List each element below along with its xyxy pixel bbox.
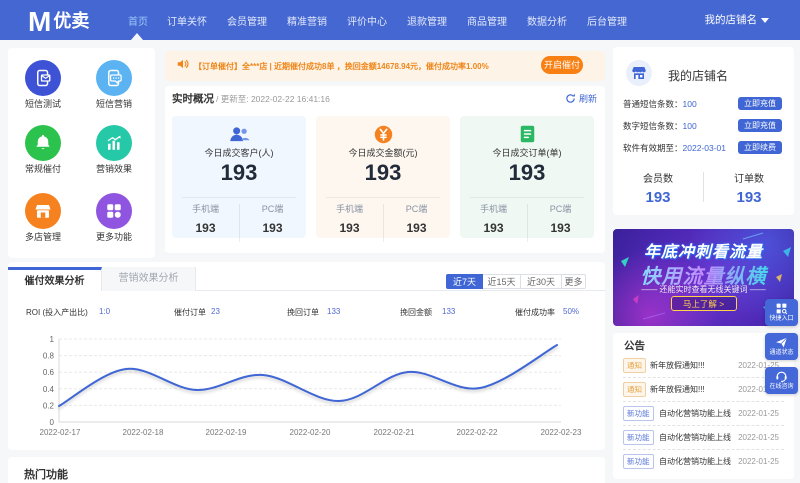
svg-text:2022-02-18: 2022-02-18 [123,428,164,437]
svg-text:0.8: 0.8 [43,352,55,361]
svg-text:1: 1 [50,335,55,344]
svg-text:2022-02-21: 2022-02-21 [374,428,415,437]
svg-text:2022-02-20: 2022-02-20 [290,428,331,437]
svg-text:0.6: 0.6 [43,368,55,377]
svg-text:2022-02-19: 2022-02-19 [206,428,247,437]
svg-text:0: 0 [50,418,55,427]
svg-text:2022-02-23: 2022-02-23 [541,428,582,437]
svg-text:0.2: 0.2 [43,401,55,410]
svg-text:0.4: 0.4 [43,385,55,394]
svg-text:2022-02-17: 2022-02-17 [40,428,81,437]
svg-text:2022-02-22: 2022-02-22 [457,428,498,437]
